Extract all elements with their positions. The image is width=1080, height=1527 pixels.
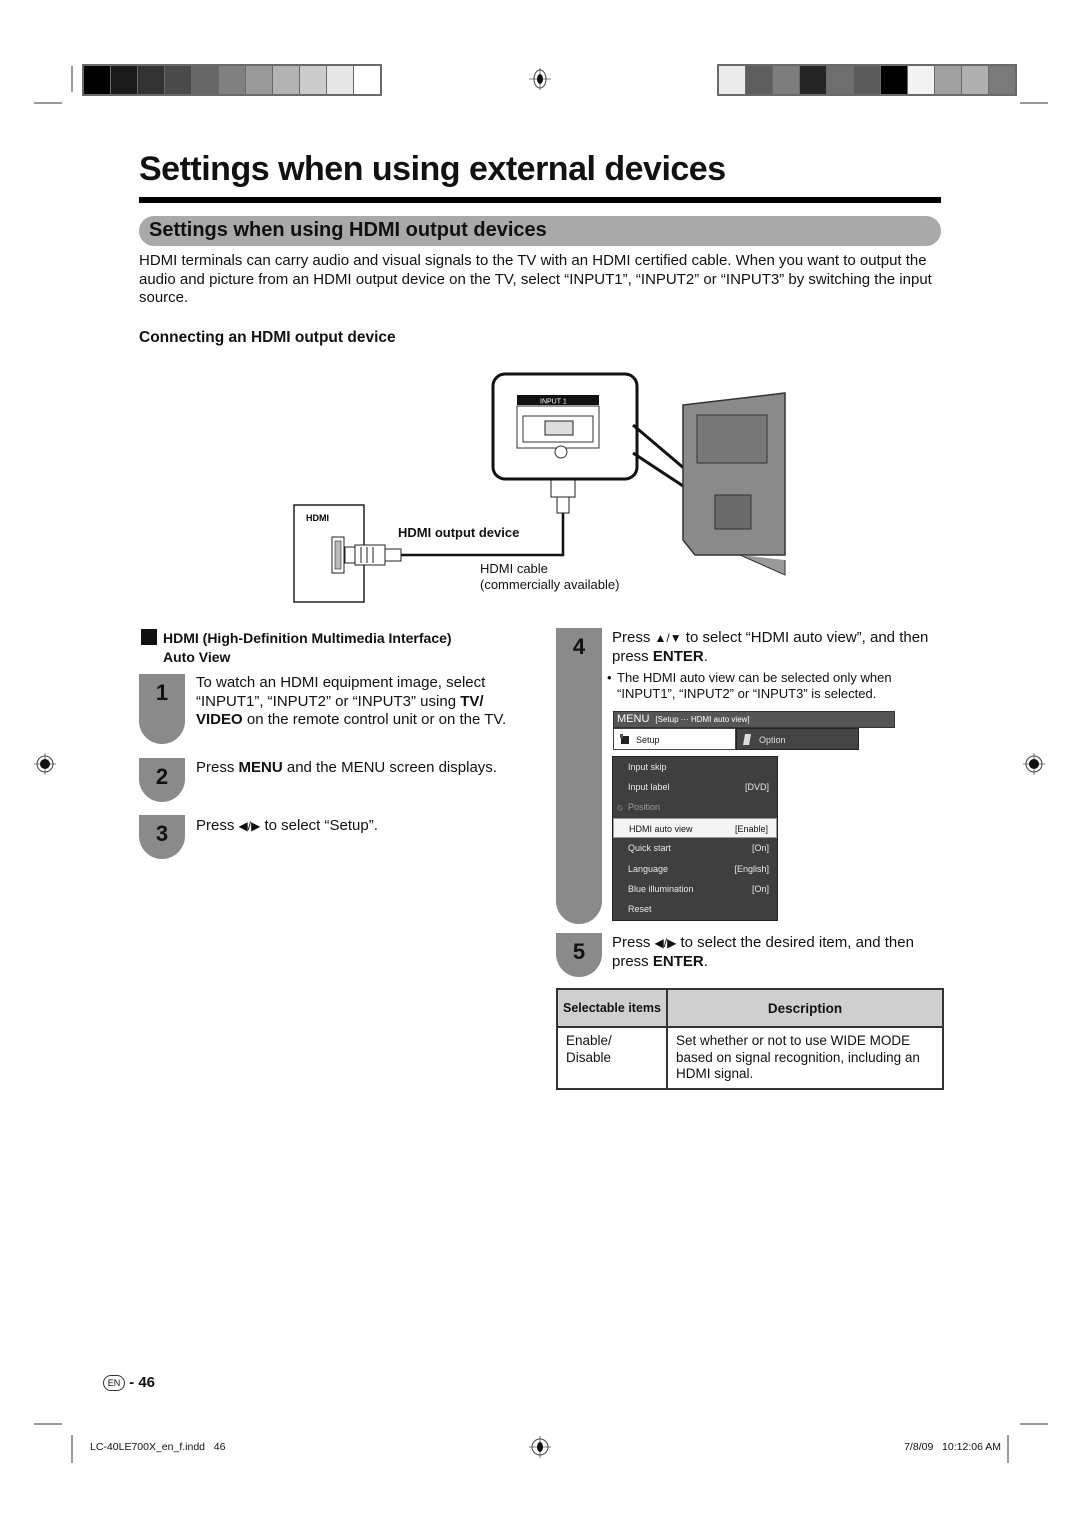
step-badge-3: 3	[139, 815, 185, 859]
step-1-text: To watch an HDMI equipment image, select…	[196, 674, 507, 728]
color-swatch	[746, 66, 772, 94]
tab-setup[interactable]: Setup	[613, 728, 736, 750]
step-2-text: Press MENU and the MENU screen displays.	[196, 759, 497, 776]
step-4-note: • The HDMI auto view can be selected only…	[607, 670, 892, 701]
crop-mark	[34, 1423, 62, 1425]
table-cell-description: Set whether or not to use WIDE MODE base…	[666, 1026, 944, 1090]
page-number: EN - 46	[103, 1374, 155, 1391]
language-badge: EN	[103, 1375, 125, 1391]
tv-menu-tabs: Setup Option	[613, 728, 859, 750]
color-swatch	[354, 66, 380, 94]
menu-item-hdmi-auto-view[interactable]: HDMI auto view [Enable]	[613, 818, 777, 838]
left-right-arrow-icon: ◀/▶	[238, 819, 261, 833]
step-badge-5: 5	[556, 933, 602, 977]
table-row: Enable/ Disable Set whether or not to us…	[556, 1026, 944, 1090]
crop-mark	[1020, 102, 1048, 104]
square-bullet-icon	[141, 629, 157, 645]
section-heading: Settings when using HDMI output devices	[149, 219, 547, 241]
color-swatch	[989, 66, 1015, 94]
page-title: Settings when using external devices	[139, 150, 726, 188]
title-rule	[139, 197, 941, 203]
step-badge-4: 4	[556, 628, 602, 924]
step-3-text: Press ◀/▶ to select “Setup”.	[196, 817, 378, 834]
registration-mark-icon	[1023, 753, 1045, 775]
device-label: HDMI output device	[398, 525, 520, 540]
tv-menu-title-bar: MENU [Setup ··· HDMI auto view]	[613, 711, 895, 728]
connection-diagram: HDMI INPUT 1 HDMI HDMI output device HDM…	[285, 365, 795, 610]
table-header-selectable-items: Selectable items	[556, 988, 668, 1028]
tv-hdmi-port-icon	[544, 420, 574, 436]
intro-paragraph: HDMI terminals can carry audio and visua…	[139, 252, 932, 306]
color-swatch	[881, 66, 907, 94]
step-badge-2: 2	[139, 758, 185, 802]
color-swatch	[192, 66, 218, 94]
device-hdmi-logo-text: HDMI	[306, 513, 329, 523]
tv-menu-list: Input skip Input label [DVD] ⦸ Position HD…	[612, 756, 778, 921]
footer-file-name: LC-40LE700X_en_f.indd 46	[90, 1441, 226, 1453]
registration-mark-icon	[529, 1436, 551, 1458]
menu-item-language[interactable]: Language [English]	[613, 859, 777, 879]
option-icon	[743, 734, 751, 745]
menu-item-blue-illumination[interactable]: Blue illumination [On]	[613, 879, 777, 899]
color-swatch	[719, 66, 745, 94]
crop-mark	[71, 1435, 73, 1463]
menu-breadcrumb: [Setup ··· HDMI auto view]	[655, 715, 750, 724]
section-heading-bar: Settings when using HDMI output devices	[139, 216, 941, 246]
color-swatch	[935, 66, 961, 94]
color-swatch	[854, 66, 880, 94]
menu-label: MENU	[617, 713, 650, 725]
registration-mark-icon	[529, 68, 551, 90]
setup-icon	[620, 734, 629, 744]
color-calibration-bar-right	[717, 64, 1017, 96]
color-swatch	[165, 66, 191, 94]
menu-item-quick-start[interactable]: Quick start [On]	[613, 838, 777, 858]
cable-label: HDMI cable	[480, 561, 548, 576]
subheading: Connecting an HDMI output device	[139, 329, 396, 346]
color-swatch	[111, 66, 137, 94]
hdmi-plug-icon	[354, 544, 386, 566]
color-swatch	[327, 66, 353, 94]
left-right-arrow-icon: ◀/▶	[654, 936, 677, 950]
color-swatch	[84, 66, 110, 94]
tab-option[interactable]: Option	[736, 728, 859, 750]
step-4-text: Press ▲/▼ to select “HDMI auto view”, an…	[612, 629, 929, 665]
table-cell-item: Enable/ Disable	[556, 1026, 668, 1090]
step-badge-1: 1	[139, 674, 185, 744]
bullet-icon: •	[607, 670, 612, 685]
selectable-items-table: Selectable items Description Enable/ Dis…	[556, 988, 944, 1090]
color-swatch	[962, 66, 988, 94]
color-swatch	[800, 66, 826, 94]
disabled-icon: ⦸	[617, 802, 623, 812]
menu-item-input-skip[interactable]: Input skip	[613, 757, 777, 777]
up-down-arrow-icon: ▲/▼	[654, 631, 682, 645]
auto-view-heading: HDMI (High-Definition Multimedia Interfa…	[141, 629, 521, 667]
color-calibration-bar-left	[82, 64, 382, 96]
color-swatch	[300, 66, 326, 94]
menu-item-position: ⦸ Position	[613, 797, 777, 817]
color-swatch	[908, 66, 934, 94]
color-swatch	[273, 66, 299, 94]
color-swatch	[827, 66, 853, 94]
menu-item-reset[interactable]: Reset	[613, 899, 777, 919]
table-header-description: Description	[666, 988, 944, 1028]
color-swatch	[138, 66, 164, 94]
registration-mark-icon	[34, 753, 56, 775]
color-swatch	[246, 66, 272, 94]
crop-mark	[71, 66, 73, 92]
step-5-text: Press ◀/▶ to select the desired item, an…	[612, 934, 914, 970]
cable-note: (commercially available)	[480, 577, 620, 592]
callout-port-label: INPUT 1	[540, 399, 567, 406]
color-swatch	[773, 66, 799, 94]
menu-item-input-label[interactable]: Input label [DVD]	[613, 777, 777, 797]
color-swatch	[219, 66, 245, 94]
crop-mark	[1007, 1435, 1009, 1463]
crop-mark	[34, 102, 62, 104]
footer-timestamp: 7/8/09 10:12:06 AM	[904, 1441, 1001, 1453]
crop-mark	[1020, 1423, 1048, 1425]
